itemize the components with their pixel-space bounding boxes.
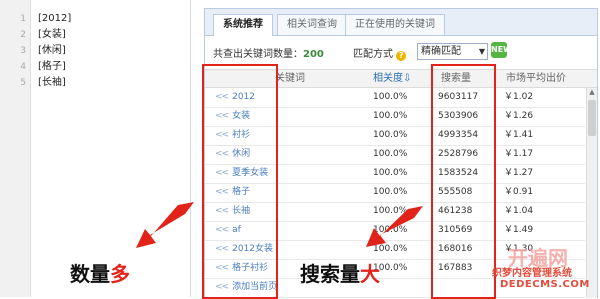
quantity-annotation: 数量多 [70,258,130,287]
volume-annotation-text: 搜索量 [300,262,360,286]
left-arrow-icon [136,202,194,248]
volume-annotation: 搜索量大 [300,258,380,287]
quantity-annotation-emphasis: 多 [110,262,130,286]
watermark-en: DEDECMS.COM [500,279,590,290]
volume-annotation-emphasis: 大 [360,262,380,286]
right-arrow-icon [366,206,423,247]
watermark-cn: 织梦内容管理系统 [492,268,572,279]
quantity-annotation-text: 数量 [70,262,110,286]
